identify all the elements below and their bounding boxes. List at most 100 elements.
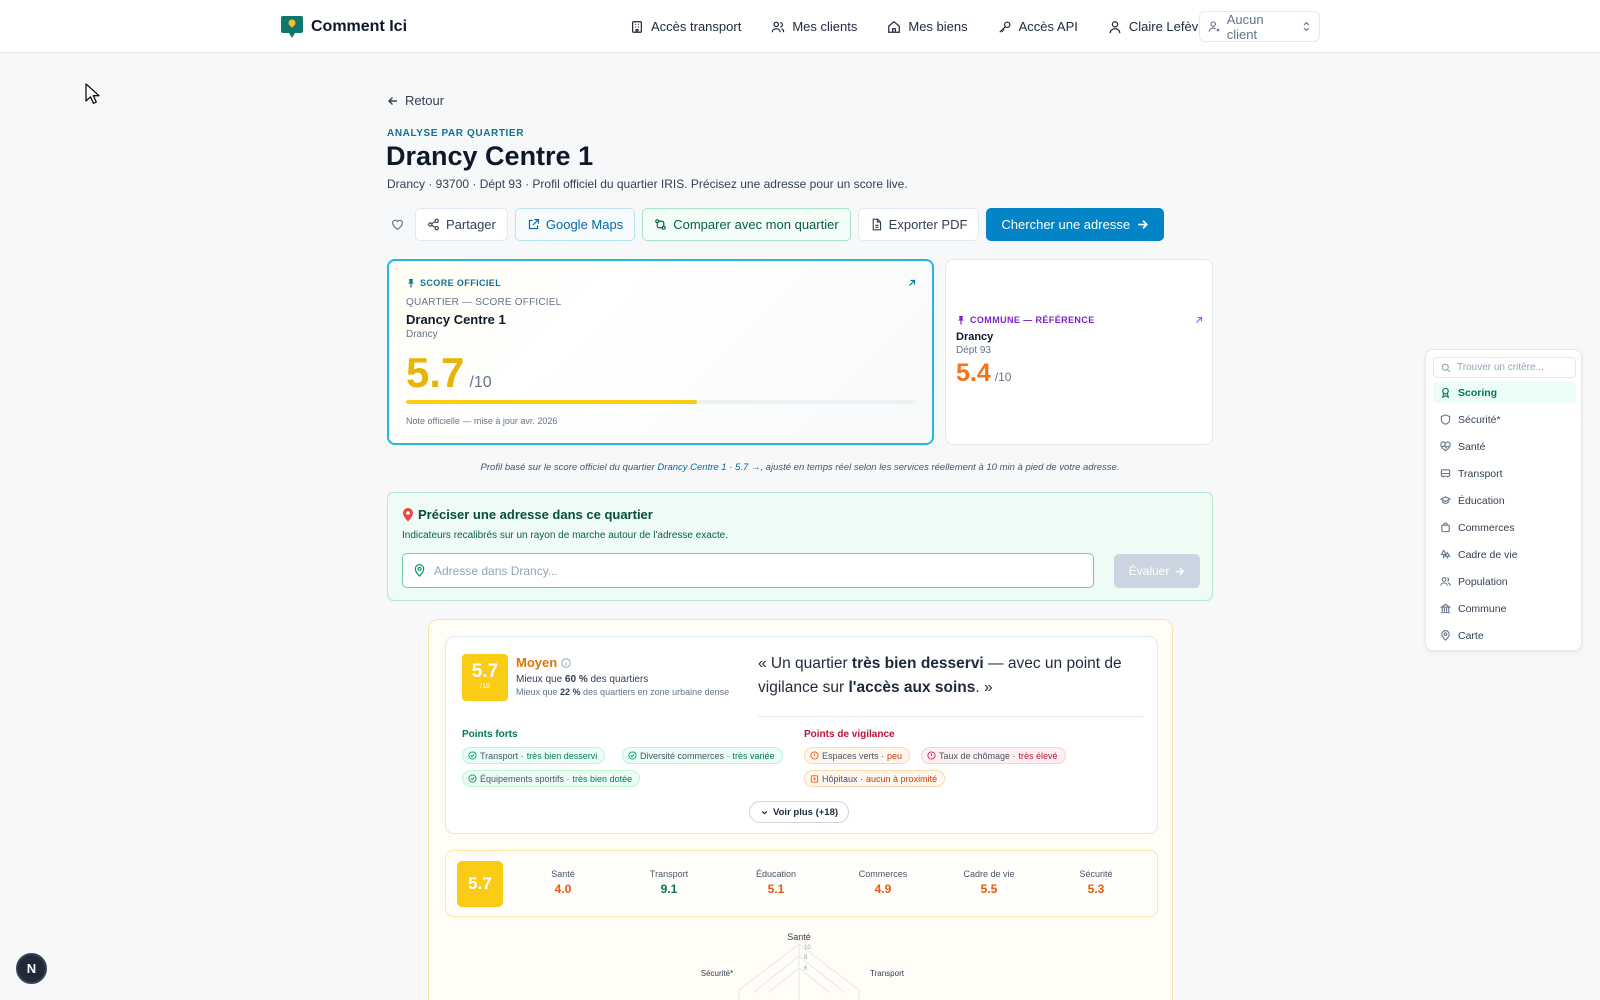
chip-label: Espaces verts · <box>822 750 885 761</box>
info-icon[interactable] <box>561 657 571 668</box>
shopping-bag-icon <box>1440 522 1451 533</box>
results-panel: 5.7 /10 Moyen Mieux que 60 % des quartie… <box>428 619 1173 1000</box>
summary-quote: « Un quartier très bien desservi — avec … <box>758 652 1143 700</box>
map-pin-outline-icon <box>413 564 426 577</box>
external-link-icon <box>527 218 540 231</box>
category-value: 5.1 <box>767 882 785 896</box>
official-score-card[interactable]: SCORE OFFICIEL QUARTIER — SCORE OFFICIEL… <box>387 259 934 445</box>
category-score-security: Sécurité 5.3 <box>1051 869 1141 896</box>
reference-label: COMMUNE — RÉFÉRENCE <box>956 315 1095 325</box>
nav-api-access[interactable]: Accès API <box>998 19 1078 34</box>
summary-percentile: Mieux que 60 % des quartiers <box>516 674 648 685</box>
reference-score-value: 5.4 <box>956 359 991 387</box>
hospital-icon <box>810 774 819 783</box>
sidenav-item-shops[interactable]: Commerces <box>1433 517 1576 538</box>
google-maps-button[interactable]: Google Maps <box>514 208 636 241</box>
summary-score-badge: 5.7 /10 <box>462 654 508 701</box>
category-score-bar: 5.7 Santé 4.0 Transport 9.1 Éducation 5.… <box>445 850 1158 917</box>
criteria-search-field[interactable] <box>1433 357 1576 378</box>
percentile-text: des quartiers <box>587 674 649 685</box>
caption-score-link[interactable]: Drancy Centre 1 · 5.7 → <box>657 462 760 473</box>
summary-score-denominator: /10 <box>480 683 490 690</box>
nav-label: Accès API <box>1018 19 1078 34</box>
official-score: 5.7 /10 <box>406 349 492 397</box>
show-more-button[interactable]: Voir plus (+18) <box>749 801 850 823</box>
quote-text: « Un quartier <box>758 655 852 672</box>
criteria-search-input[interactable] <box>1457 362 1567 373</box>
sidenav-item-commune[interactable]: Commune <box>1433 598 1576 619</box>
share-button[interactable]: Partager <box>415 208 508 241</box>
sidenav-label: Carte <box>1458 629 1484 642</box>
nav-my-properties[interactable]: Mes biens <box>887 19 968 34</box>
strength-chip: Diversité commerces · très variée <box>622 747 783 764</box>
sidenav-item-security[interactable]: Sécurité* <box>1433 409 1576 430</box>
export-pdf-button[interactable]: Exporter PDF <box>857 208 980 241</box>
chip-label: Hôpitaux · <box>822 773 864 784</box>
sidenav-label: Cadre de vie <box>1458 548 1518 561</box>
nav-my-clients[interactable]: Mes clients <box>771 19 857 34</box>
official-score-value: 5.7 <box>406 349 465 396</box>
address-panel-title: Préciser une adresse dans ce quartier <box>402 507 653 522</box>
commune-reference-card[interactable]: COMMUNE — RÉFÉRENCE Drancy Dépt 93 5.4 /… <box>945 259 1213 445</box>
map-pin-icon <box>402 507 414 522</box>
official-score-progress-fill <box>406 400 697 404</box>
compare-button[interactable]: Comparer avec mon quartier <box>642 208 851 241</box>
pin-icon <box>956 315 966 325</box>
quote-highlight: très bien desservi <box>851 655 984 672</box>
back-label: Retour <box>405 93 445 108</box>
sidenav-item-health[interactable]: Santé <box>1433 436 1576 457</box>
reference-score-denominator: /10 <box>994 370 1012 384</box>
page-kicker: ANALYSE PAR QUARTIER <box>387 128 525 139</box>
radar-label-security: Sécurité* <box>701 969 733 978</box>
radar-label-transport: Transport <box>870 969 905 978</box>
nav-label: Mes biens <box>908 19 968 34</box>
sidenav-item-transport[interactable]: Transport <box>1433 463 1576 484</box>
category-value: 4.9 <box>874 882 892 896</box>
percentile-value: 60 % <box>564 674 588 685</box>
chip-qualifier: très variée <box>732 750 775 761</box>
brand-name: Comment Ici <box>311 18 408 35</box>
search-icon <box>1441 363 1451 373</box>
nav-user-account[interactable]: Claire Lefèvre <box>1108 19 1210 34</box>
summary-percentile-dense: Mieux que 22 % des quartiers en zone urb… <box>516 687 729 697</box>
official-card-name: Drancy Centre 1 <box>406 312 506 327</box>
key-icon <box>998 20 1012 34</box>
sidenav-item-education[interactable]: Éducation <box>1433 490 1576 511</box>
nav-label: Mes clients <box>792 19 858 34</box>
sidenav-item-scoring[interactable]: Scoring <box>1433 382 1576 403</box>
summary-level: Moyen <box>516 655 571 670</box>
check-circle-icon <box>628 751 637 760</box>
arrow-left-icon <box>387 95 399 107</box>
user-icon <box>1108 20 1122 34</box>
brand[interactable]: Comment Ici <box>280 14 407 40</box>
shield-icon <box>1440 414 1451 425</box>
page-subtitle: Drancy · 93700 · Dépt 93 · Profil offici… <box>387 177 908 191</box>
sidenav-item-living[interactable]: Cadre de vie <box>1433 544 1576 565</box>
evaluate-button[interactable]: Évaluer <box>1114 554 1200 588</box>
address-input[interactable] <box>434 563 1064 578</box>
show-more-label: Voir plus (+18) <box>773 806 839 818</box>
client-select[interactable]: Aucun client <box>1199 11 1320 42</box>
search-address-button[interactable]: Chercher une adresse <box>986 208 1165 241</box>
profile-caption: Profil basé sur le score officiel du qua… <box>387 462 1213 473</box>
main-nav: Accès transport Mes clients Mes biens Ac… <box>630 0 1210 53</box>
category-score-education: Éducation 5.1 <box>731 869 821 896</box>
arrow-up-right-icon[interactable] <box>1194 315 1204 325</box>
nav-transport-access[interactable]: Accès transport <box>630 19 741 34</box>
arrow-up-right-icon[interactable] <box>907 278 917 288</box>
watch-chip: Taux de chômage · très élevé <box>921 747 1066 764</box>
category-value: 4.0 <box>554 882 572 896</box>
category-value: 5.5 <box>980 882 998 896</box>
map-pin-icon <box>1440 630 1451 641</box>
quote-text: . » <box>975 679 993 696</box>
back-link[interactable]: Retour <box>387 93 444 108</box>
address-field[interactable] <box>402 553 1094 588</box>
sidenav-item-map[interactable]: Carte <box>1433 625 1576 646</box>
top-navbar: Comment Ici Accès transport Mes clients … <box>0 0 1600 53</box>
percentile-text: Mieux que <box>516 674 565 685</box>
chip-qualifier: très bien desservi <box>526 750 598 761</box>
sidenav-item-population[interactable]: Population <box>1433 571 1576 592</box>
favorite-button[interactable] <box>386 208 408 241</box>
reference-score: 5.4 /10 <box>956 359 1011 388</box>
dev-tools-badge[interactable]: N <box>16 953 47 984</box>
